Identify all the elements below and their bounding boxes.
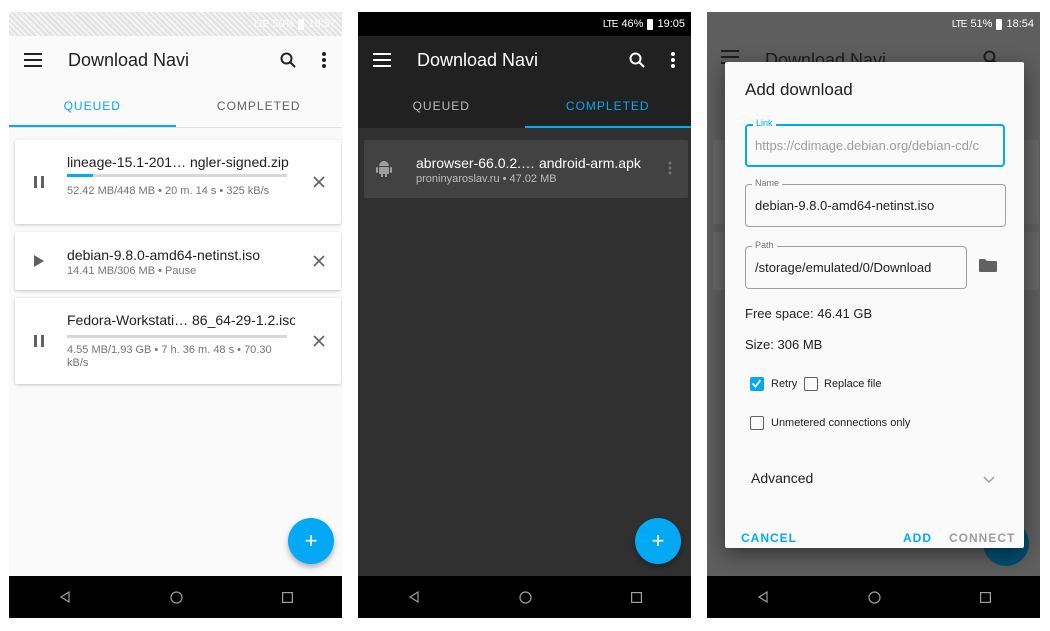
advanced-toggle[interactable]: Advanced	[751, 470, 813, 486]
replace-file-checkbox[interactable]	[804, 377, 818, 391]
pause-icon[interactable]	[29, 140, 49, 224]
link-field[interactable]: Link https://cdimage.debian.org/debian-c…	[745, 118, 1005, 167]
menu-icon[interactable]	[9, 36, 57, 84]
back-icon[interactable]	[59, 591, 71, 603]
android-icon	[376, 159, 392, 182]
menu-icon[interactable]	[358, 36, 406, 84]
play-icon[interactable]	[29, 232, 49, 290]
replace-file-label: Replace file	[824, 378, 882, 390]
download-card[interactable]: Fedora-Workstati… 86_64-29-1.2.iso 4.55 …	[15, 298, 341, 384]
back-icon[interactable]	[757, 591, 769, 603]
add-button[interactable]: ADD	[903, 531, 932, 545]
path-input[interactable]: /storage/emulated/0/Download	[755, 260, 962, 275]
app-title: Download Navi	[417, 49, 539, 70]
screen-add-download: LTE 51% 18:54 Download Navi Add download…	[707, 12, 1040, 618]
close-icon[interactable]	[311, 232, 327, 290]
cancel-button[interactable]: CANCEL	[741, 531, 797, 545]
battery-percent: 50%	[272, 18, 295, 30]
overflow-menu-icon[interactable]	[655, 36, 691, 84]
size-text: Size: 306 MB	[745, 337, 823, 352]
download-filename: debian-9.8.0-amd64-netinst.iso	[67, 247, 261, 263]
path-field[interactable]: Path /storage/emulated/0/Download	[745, 240, 967, 289]
dialog-title: Add download	[745, 80, 853, 99]
close-icon[interactable]	[311, 298, 327, 384]
unmetered-checkbox[interactable]	[750, 416, 764, 430]
chevron-down-icon[interactable]	[983, 471, 995, 489]
nav-bar	[358, 576, 691, 618]
back-icon[interactable]	[408, 591, 420, 603]
clock: 19:05	[657, 18, 685, 30]
completed-download-card[interactable]: abrowser-66.0.2.… android-arm.apk pronin…	[364, 140, 688, 198]
screen-completed-dark: LTE 46% 19:05 Download Navi QUEUED COMPL…	[358, 12, 691, 618]
search-icon[interactable]	[619, 36, 655, 84]
tab-queued[interactable]: QUEUED	[358, 84, 525, 128]
app-bar: Download Navi	[358, 36, 691, 84]
download-meta: 52.42 MB/448 MB • 20 m. 14 s • 325 kB/s	[67, 185, 270, 197]
battery-icon	[647, 18, 654, 30]
path-field-label: Path	[752, 240, 777, 250]
retry-label: Retry	[771, 378, 798, 390]
app-bar: Download Navi	[9, 36, 342, 84]
status-bar: LTE 51% 18:54	[707, 12, 1040, 36]
add-download-dialog: Add download Link https://cdimage.debian…	[725, 62, 1024, 548]
search-icon[interactable]	[270, 36, 306, 84]
close-icon[interactable]	[311, 140, 327, 224]
battery-icon	[996, 18, 1003, 30]
tab-completed[interactable]: COMPLETED	[524, 84, 692, 128]
recents-icon[interactable]	[979, 591, 991, 603]
download-progress-bar	[67, 335, 287, 338]
app-title: Download Navi	[68, 49, 190, 70]
connect-button[interactable]: CONNECT	[949, 531, 1015, 545]
download-meta: 14.41 MB/306 MB • Pause	[67, 265, 197, 277]
status-bar: LTE 50% 18:57	[9, 12, 342, 36]
recents-icon[interactable]	[630, 591, 642, 603]
download-filename: lineage-15.1-201… ngler-signed.zip	[67, 154, 289, 170]
free-space-text: Free space: 46.41 GB	[745, 306, 873, 321]
home-icon[interactable]	[169, 590, 183, 604]
signal-icon: LTE	[602, 18, 619, 30]
nav-bar	[707, 576, 1040, 618]
download-progress-bar	[67, 174, 287, 177]
add-download-fab[interactable]: +	[288, 518, 334, 564]
folder-icon[interactable]	[979, 258, 997, 277]
download-filename: Fedora-Workstati… 86_64-29-1.2.iso	[67, 312, 295, 328]
home-icon[interactable]	[867, 590, 881, 604]
pause-icon[interactable]	[29, 298, 49, 384]
add-download-fab[interactable]: +	[635, 518, 681, 564]
download-meta: proninyaroslav.ru • 47.02 MB	[416, 173, 557, 185]
clock: 18:54	[1006, 18, 1034, 30]
link-input[interactable]: https://cdimage.debian.org/debian-cd/c	[755, 138, 999, 153]
tab-bar: QUEUED COMPLETED	[9, 84, 342, 128]
name-input[interactable]: debian-9.8.0-amd64-netinst.iso	[755, 198, 1001, 213]
download-filename: abrowser-66.0.2.… android-arm.apk	[416, 155, 641, 171]
clock: 18:57	[308, 18, 336, 30]
signal-icon: LTE	[253, 18, 270, 30]
nav-bar	[9, 576, 342, 618]
unmetered-label: Unmetered connections only	[771, 417, 911, 429]
tab-queued[interactable]: QUEUED	[9, 84, 176, 127]
screen-queued-light: LTE 50% 18:57 Download Navi QUEUED COMPL…	[9, 12, 342, 618]
tab-bar: QUEUED COMPLETED	[358, 84, 691, 128]
battery-percent: 46%	[621, 18, 644, 30]
item-overflow-icon[interactable]	[668, 161, 672, 180]
link-field-label: Link	[753, 118, 776, 128]
download-meta: 4.55 MB/1.93 GB • 7 h. 36 m. 48 s • 70.3…	[67, 344, 272, 369]
status-bar: LTE 46% 19:05	[358, 12, 691, 36]
overflow-menu-icon[interactable]	[306, 36, 342, 84]
signal-icon: LTE	[951, 18, 968, 30]
battery-percent: 51%	[970, 18, 993, 30]
battery-icon	[298, 18, 305, 30]
tab-completed[interactable]: COMPLETED	[176, 84, 343, 127]
home-icon[interactable]	[518, 590, 532, 604]
name-field[interactable]: Name debian-9.8.0-amd64-netinst.iso	[745, 178, 1006, 227]
download-card[interactable]: debian-9.8.0-amd64-netinst.iso 14.41 MB/…	[15, 232, 341, 290]
download-card[interactable]: lineage-15.1-201… ngler-signed.zip 52.42…	[15, 140, 341, 224]
recents-icon[interactable]	[281, 591, 293, 603]
retry-checkbox[interactable]	[750, 377, 764, 391]
name-field-label: Name	[752, 178, 783, 188]
